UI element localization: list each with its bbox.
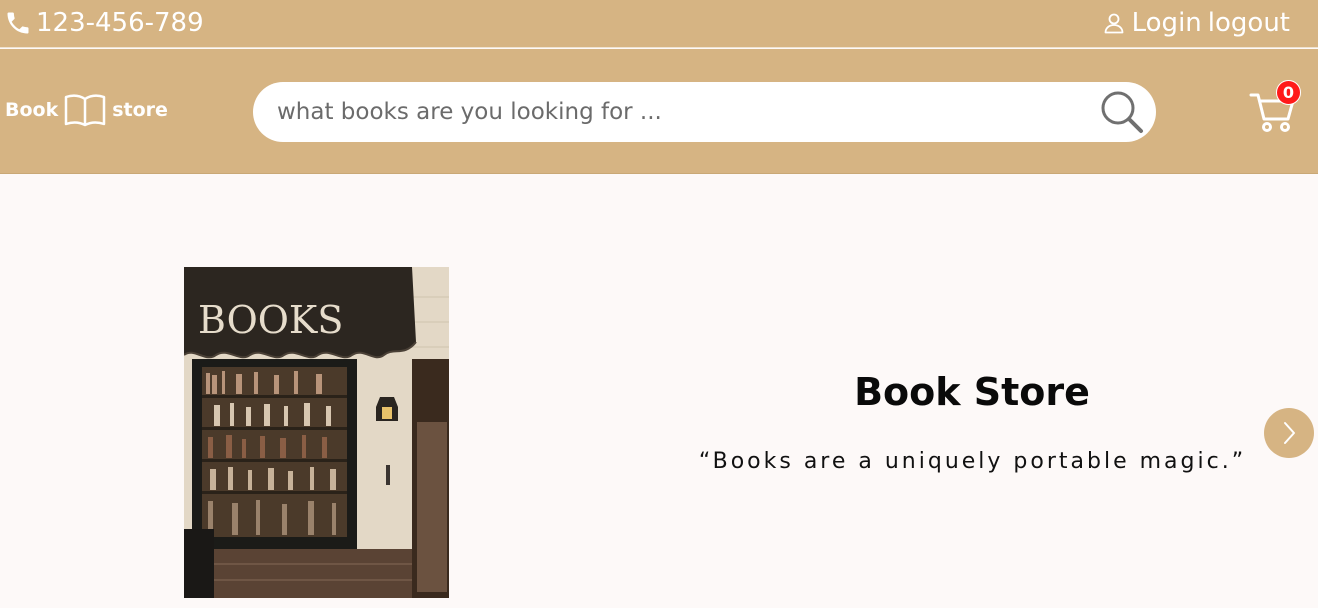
search-input[interactable]: [277, 94, 1067, 130]
user-icon: [1104, 13, 1124, 34]
logo-text-book: Book: [5, 99, 59, 121]
main-header: Book store 0: [0, 49, 1318, 174]
phone-icon: [7, 12, 29, 34]
logo-text-store: store: [112, 99, 168, 121]
login-link[interactable]: Login: [1132, 6, 1202, 40]
chevron-right-icon: [1284, 422, 1295, 444]
logout-link[interactable]: logout: [1208, 6, 1290, 40]
open-book-icon: [64, 94, 106, 127]
logo[interactable]: Book store: [5, 93, 168, 127]
search-icon: [1101, 91, 1143, 133]
search-button[interactable]: [1098, 88, 1146, 136]
top-bar: 123-456-789 Login logout: [0, 0, 1318, 48]
hero-title: Book Store: [854, 370, 1090, 414]
bookstore-image: BOOKS: [184, 267, 449, 598]
phone-contact[interactable]: 123-456-789: [4, 6, 204, 40]
books-sign: BOOKS: [198, 298, 343, 342]
auth-links: Login logout: [1102, 6, 1290, 40]
slider-next-button[interactable]: [1264, 408, 1314, 458]
hero-quote: “Books are a uniquely portable magic.”: [698, 449, 1247, 474]
cart-count-badge: 0: [1276, 80, 1301, 105]
search-bar: [253, 82, 1156, 142]
phone-number: 123-456-789: [36, 8, 204, 38]
